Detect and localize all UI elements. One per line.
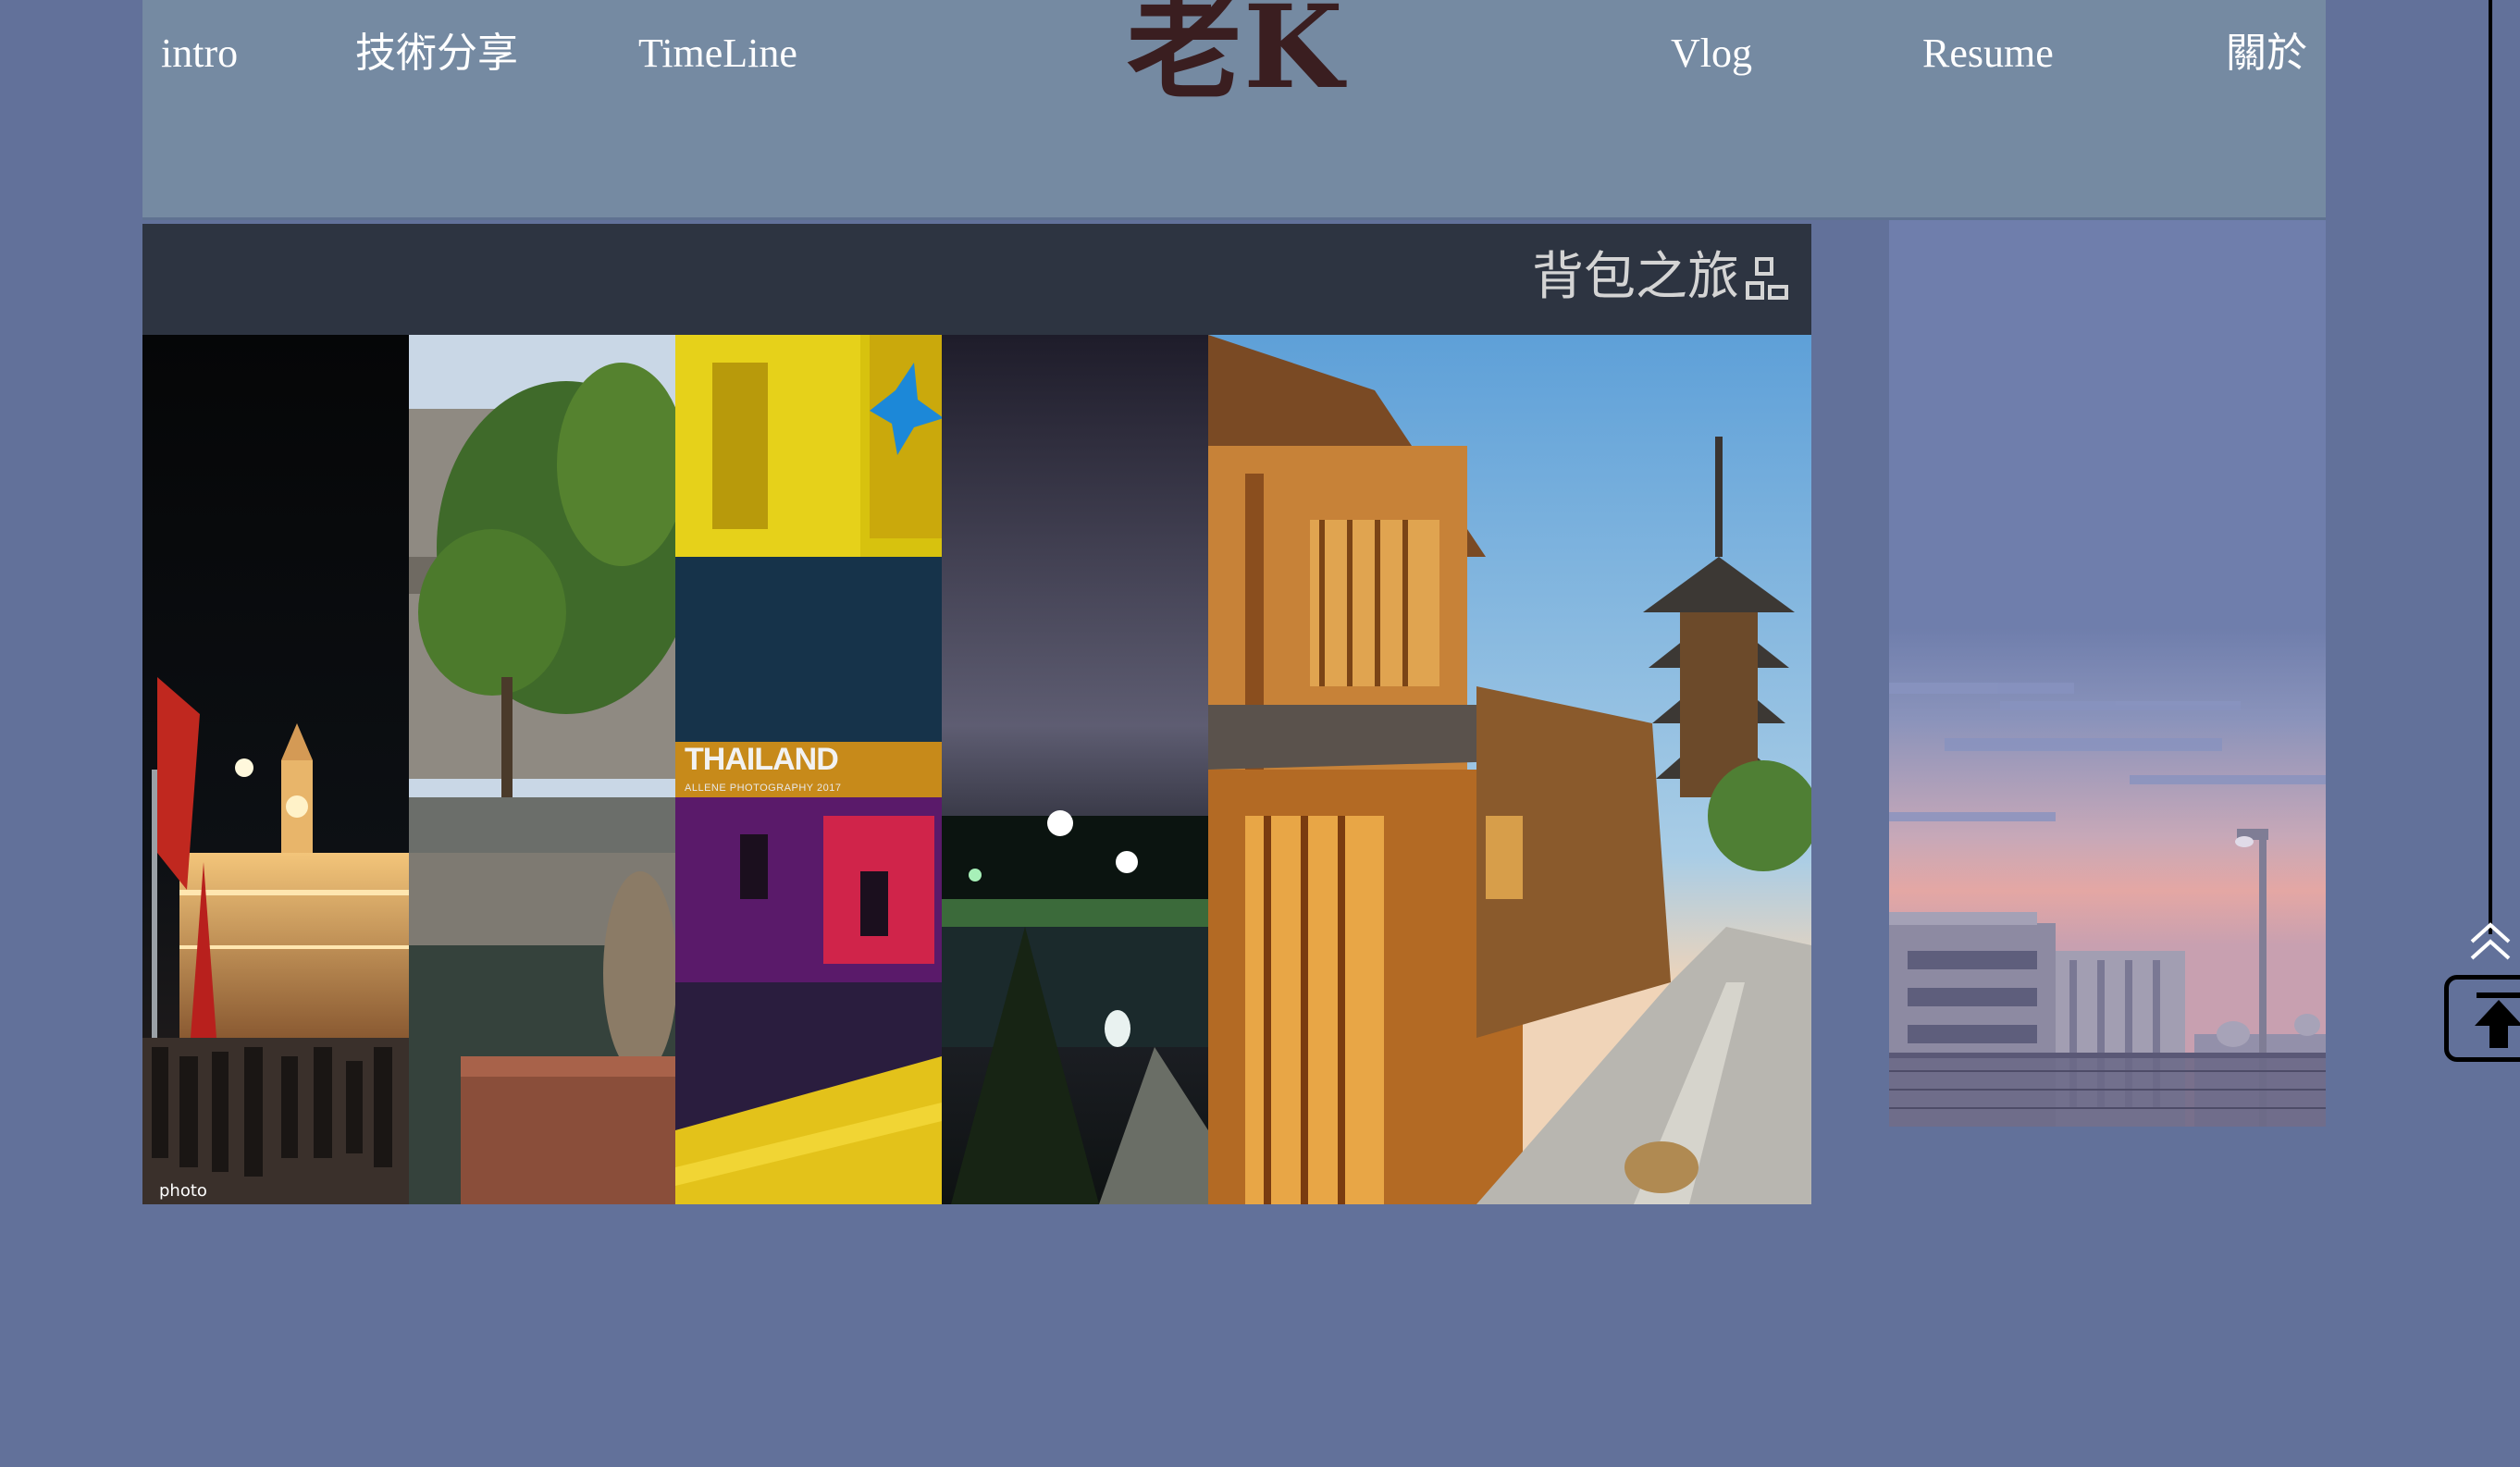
scroll-track	[2489, 0, 2492, 934]
photo-clocktower-night[interactable]: photo	[142, 335, 409, 1204]
gallery-title: 背包之旅	[1532, 247, 1739, 307]
photo-canal-tree[interactable]	[409, 335, 675, 1204]
chevron-up-icon	[2470, 922, 2511, 960]
nav-about[interactable]: 關於	[2226, 26, 2307, 81]
sitemap-icon	[1746, 257, 1788, 300]
photo-watermark: photo	[159, 1181, 207, 1201]
photo-credit: ALLENE PHOTOGRAPHY 2017	[685, 783, 842, 794]
site-logo[interactable]: 老K	[1127, 0, 1345, 113]
site-header: intro 技術分享 TimeLine 老K Vlog Resume 關於	[142, 0, 2326, 220]
nav-timeline[interactable]: TimeLine	[638, 26, 797, 81]
travel-gallery-card: 背包之旅 photo THAILAND ALLENE PHOTOGRAPHY 2…	[142, 224, 1811, 1204]
photo-kyoto-pagoda[interactable]	[1208, 335, 1811, 1204]
nav-intro[interactable]: intro	[161, 26, 238, 81]
photo-park-night[interactable]	[942, 335, 1208, 1204]
photo-caption: THAILAND	[685, 742, 839, 777]
back-to-top-button[interactable]	[2444, 975, 2520, 1062]
sidebar-pixel-art	[1889, 220, 2326, 1127]
nav-resume[interactable]: Resume	[1922, 26, 2054, 81]
nav-vlog[interactable]: Vlog	[1671, 26, 1752, 81]
nav-tech-share[interactable]: 技術分享	[355, 26, 518, 81]
back-to-top-icon	[2475, 992, 2520, 1048]
gallery-header: 背包之旅	[142, 224, 1811, 335]
photo-thailand-neon[interactable]: THAILAND ALLENE PHOTOGRAPHY 2017	[675, 335, 942, 1204]
